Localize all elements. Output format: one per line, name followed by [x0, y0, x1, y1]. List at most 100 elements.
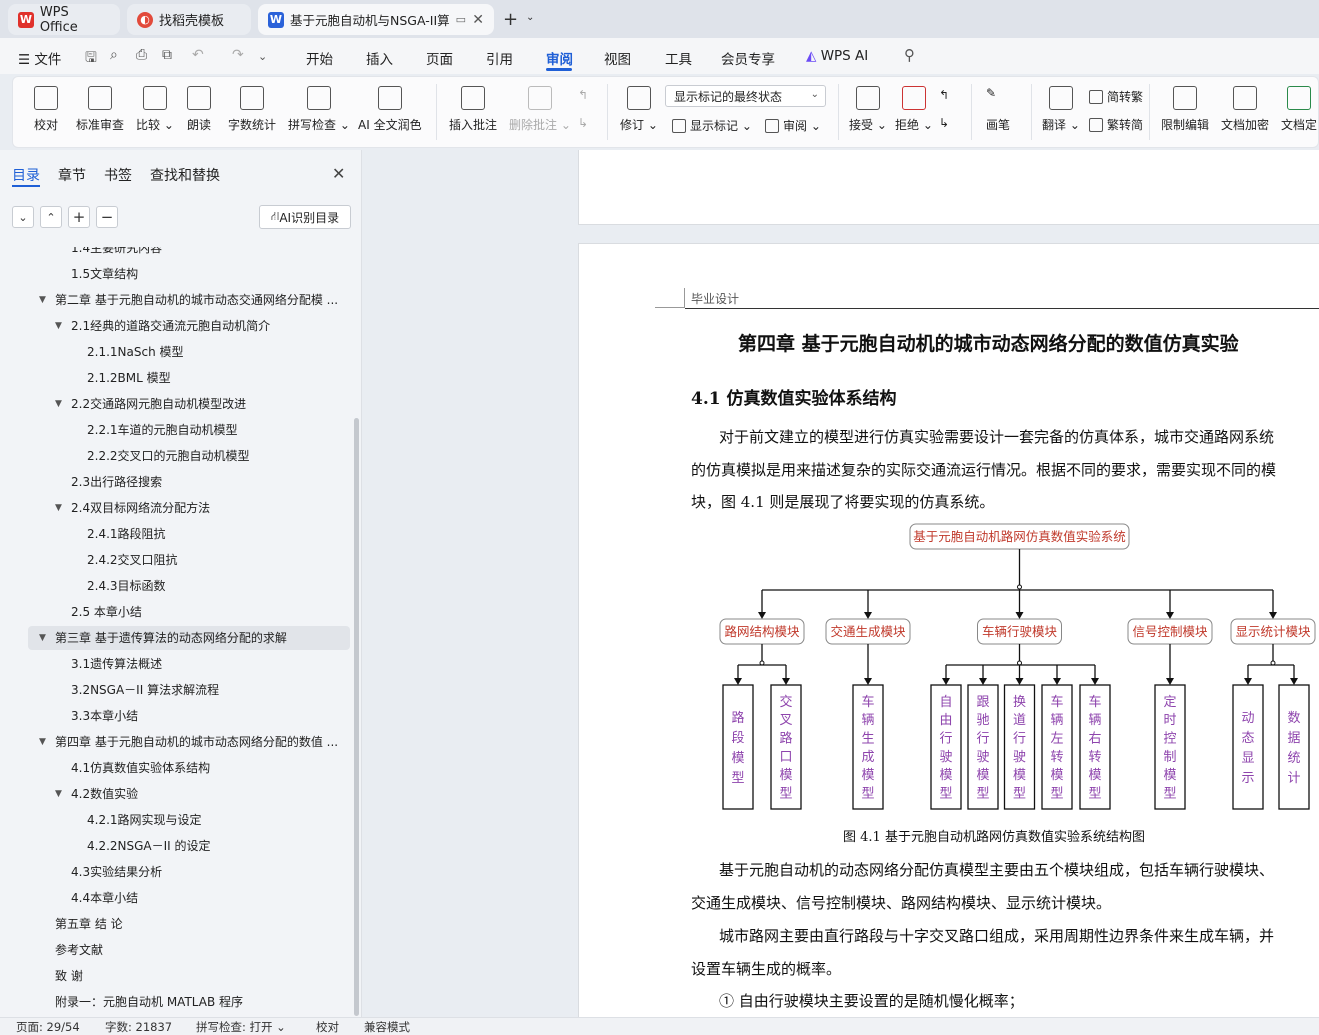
finalize-button[interactable]: 文档定	[1281, 86, 1317, 133]
chevron-down-icon[interactable]: ⌄	[526, 12, 534, 23]
translate-button[interactable]: 翻译 ⌄	[1042, 86, 1080, 133]
brush-icon[interactable]: ⌕	[110, 47, 118, 63]
monitor-icon[interactable]: ▭	[456, 13, 466, 26]
close-icon[interactable]: ✕	[332, 164, 345, 183]
toc-item[interactable]: 附录一：元胞自动机 MATLAB 程序	[55, 992, 243, 1012]
prev-comment-icon[interactable]: ↰	[578, 88, 588, 102]
close-tab-icon[interactable]: ✕	[472, 12, 484, 28]
tab-toc[interactable]: 目录	[12, 165, 40, 185]
to-simplified-button[interactable]: 繁转简	[1089, 116, 1143, 133]
tab-wps-office[interactable]: W WPS Office	[8, 4, 120, 35]
page-indicator[interactable]: 页面: 29/54	[16, 1019, 80, 1035]
proofread-status[interactable]: 校对	[316, 1019, 339, 1035]
more-chevron-icon[interactable]: ⌄	[258, 50, 267, 63]
toc-item[interactable]: ▼ 第四章 基于元胞自动机的城市动态网络分配的数值 ...	[39, 732, 338, 752]
minus-icon[interactable]: −	[96, 206, 118, 228]
to-traditional-button[interactable]: 简转繁	[1089, 88, 1143, 105]
tab-template[interactable]: ◐ 找稻壳模板	[127, 4, 251, 35]
prev-change-icon[interactable]: ↰	[939, 88, 949, 102]
revise-button[interactable]: 修订 ⌄	[620, 86, 658, 133]
insert-comment-button[interactable]: 插入批注	[449, 86, 497, 133]
tab-bookmarks[interactable]: 书签	[104, 165, 132, 185]
toc-item[interactable]: 2.1.2BML 模型	[87, 368, 171, 388]
print-preview-icon[interactable]: ⧉	[162, 47, 172, 63]
toc-item[interactable]: 3.2NSGA－II 算法求解流程	[71, 680, 219, 700]
expand-arrow-icon[interactable]: ▼	[39, 628, 46, 648]
toc-item[interactable]: 4.2.1路网实现与设定	[87, 810, 202, 830]
plus-icon[interactable]: +	[68, 206, 90, 228]
compare-button[interactable]: 比较 ⌄	[136, 86, 174, 133]
tab-document[interactable]: W 基于元胞自动机与NSGA-II算 ▭ ✕	[258, 4, 494, 35]
expand-up-icon[interactable]: ⌃	[40, 206, 62, 228]
toc-item[interactable]: 2.4.3目标函数	[87, 576, 166, 596]
expand-arrow-icon[interactable]: ▼	[39, 732, 46, 752]
toc-item[interactable]: 2.4.1路段阻抗	[87, 524, 166, 544]
toc-item[interactable]: 4.1仿真数值实验体系结构	[71, 758, 210, 778]
read-aloud-button[interactable]: 朗读	[187, 86, 211, 133]
next-change-icon[interactable]: ↳	[939, 116, 949, 130]
menu-tools[interactable]: 工具	[665, 48, 692, 68]
toc-item[interactable]: 致 谢	[55, 966, 83, 986]
toc-item[interactable]: 2.2.2交叉口的元胞自动机模型	[87, 446, 250, 466]
tab-chapters[interactable]: 章节	[58, 165, 86, 185]
expand-arrow-icon[interactable]: ▼	[55, 316, 62, 336]
expand-arrow-icon[interactable]: ▼	[55, 498, 62, 518]
standard-review-button[interactable]: 标准审查	[76, 86, 124, 133]
toc-item[interactable]: ▼ 第三章 基于遗传算法的动态网络分配的求解	[39, 628, 287, 648]
menu-wps-ai[interactable]: ◭ WPS AI	[806, 48, 868, 64]
restrict-edit-button[interactable]: 限制编辑	[1161, 86, 1209, 133]
expand-arrow-icon[interactable]: ▼	[39, 290, 46, 310]
proofread-button[interactable]: 校对	[34, 86, 58, 133]
toc-item[interactable]: ▼ 2.1经典的道路交通流元胞自动机简介	[55, 316, 270, 336]
ai-polish-button[interactable]: AI 全文润色	[358, 86, 422, 133]
delete-comment-button[interactable]: 删除批注 ⌄	[509, 86, 571, 133]
show-marks-button[interactable]: 显示标记 ⌄	[672, 117, 752, 134]
toc-item[interactable]: ▼ 第二章 基于元胞自动机的城市动态交通网络分配模 ...	[39, 290, 338, 310]
menu-file[interactable]: ☰ 文件	[18, 48, 61, 68]
spell-check-status[interactable]: 拼写检查: 打开 ⌄	[196, 1019, 286, 1035]
toc-item[interactable]: 1.5文章结构	[71, 264, 138, 284]
toc-item[interactable]: 第五章 结 论	[55, 914, 123, 934]
word-count-button[interactable]: 字数统计	[228, 86, 276, 133]
menu-insert[interactable]: 插入	[366, 48, 393, 68]
save-icon[interactable]: 🖫	[85, 47, 97, 71]
toc-item[interactable]: 2.1.1NaSch 模型	[87, 342, 184, 362]
menu-review[interactable]: 审阅	[546, 48, 573, 68]
redo-icon[interactable]: ↷	[232, 47, 244, 63]
pen-button[interactable]: ✎ 画笔	[986, 86, 1010, 133]
toc-item[interactable]: 4.4本章小结	[71, 888, 138, 908]
toc-item[interactable]: 2.5 本章小结	[71, 602, 142, 622]
toc-item[interactable]: 2.2.1车道的元胞自动机模型	[87, 420, 238, 440]
encrypt-button[interactable]: 文档加密	[1221, 86, 1269, 133]
print-icon[interactable]: ⎙	[136, 47, 147, 63]
next-comment-icon[interactable]: ↳	[578, 116, 588, 130]
review-pane-button[interactable]: 审阅 ⌄	[765, 117, 821, 134]
word-count-status[interactable]: 字数: 21837	[105, 1019, 172, 1035]
expand-arrow-icon[interactable]: ▼	[55, 784, 62, 804]
toc-item[interactable]: 3.1遗传算法概述	[71, 654, 162, 674]
reject-button[interactable]: 拒绝 ⌄	[895, 86, 933, 133]
scrollbar[interactable]	[354, 418, 359, 1016]
ai-toc-button[interactable]: ⛙ AI识别目录	[259, 205, 351, 229]
menu-page[interactable]: 页面	[426, 48, 453, 68]
toc-item[interactable]: 4.3实验结果分析	[71, 862, 162, 882]
menu-member[interactable]: 会员专享	[721, 48, 775, 68]
new-tab-icon[interactable]: +	[503, 9, 518, 30]
undo-icon[interactable]: ↶	[192, 47, 204, 63]
toc-item[interactable]: 参考文献	[55, 940, 103, 960]
toc-item[interactable]: 2.4.2交叉口阻抗	[87, 550, 178, 570]
expand-arrow-icon[interactable]: ▼	[55, 394, 62, 414]
toc-item[interactable]: 2.3出行路径搜索	[71, 472, 162, 492]
toc-item[interactable]: ▼ 2.2交通路网元胞自动机模型改进	[55, 394, 246, 414]
markup-display-select[interactable]: 显示标记的最终状态 ⌄	[665, 85, 826, 107]
toc-item[interactable]: ▼ 2.4双目标网络流分配方法	[55, 498, 210, 518]
menu-view[interactable]: 视图	[604, 48, 631, 68]
menu-reference[interactable]: 引用	[486, 48, 513, 68]
tab-find-replace[interactable]: 查找和替换	[150, 165, 220, 185]
spell-check-button[interactable]: 拼写检查 ⌄	[288, 86, 350, 133]
toc-item[interactable]: 3.3本章小结	[71, 706, 138, 726]
accept-button[interactable]: 接受 ⌄	[849, 86, 887, 133]
search-icon[interactable]: ⚲	[904, 46, 915, 64]
toc-item[interactable]: ▼ 4.2数值实验	[55, 784, 138, 804]
collapse-down-icon[interactable]: ⌄	[12, 206, 34, 228]
